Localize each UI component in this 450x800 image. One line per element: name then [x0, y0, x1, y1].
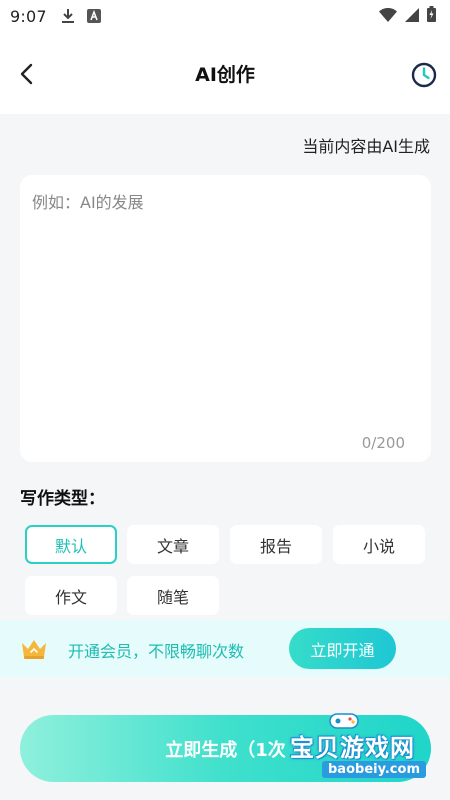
- back-button[interactable]: [14, 62, 38, 86]
- type-option-jotting[interactable]: 随笔: [127, 576, 219, 615]
- history-button[interactable]: [410, 61, 438, 89]
- status-right-icons: [379, 6, 436, 26]
- char-count: 0/200: [361, 434, 405, 452]
- battery-icon: [427, 6, 436, 26]
- status-time: 9:07: [10, 6, 47, 26]
- page-title: AI创作: [195, 63, 255, 86]
- type-option-report[interactable]: 报告: [230, 525, 322, 564]
- prompt-input[interactable]: [20, 175, 431, 425]
- type-option-essay[interactable]: 作文: [25, 576, 117, 615]
- a-badge-icon: [86, 9, 101, 23]
- status-bar: 9:07: [0, 0, 450, 32]
- watermark-logo: 宝贝游戏网 baobeiy.com: [290, 706, 440, 784]
- open-vip-button[interactable]: 立即开通: [289, 628, 396, 669]
- type-option-novel[interactable]: 小说: [333, 525, 425, 564]
- vip-promo-text: 开通会员，不限畅聊次数: [68, 642, 245, 661]
- clock-icon: [411, 62, 437, 88]
- type-option-article[interactable]: 文章: [127, 525, 219, 564]
- ai-generated-hint: 当前内容由AI生成: [302, 137, 430, 156]
- type-option-default[interactable]: 默认: [25, 525, 117, 564]
- signal-icon: [405, 7, 419, 26]
- wifi-icon: [379, 7, 397, 26]
- watermark-url: baobeiy.com: [322, 761, 426, 778]
- writing-type-label: 写作类型：: [20, 489, 105, 509]
- crown-icon: [22, 640, 46, 659]
- prompt-box: 0/200: [20, 175, 431, 462]
- download-icon: [61, 8, 75, 24]
- chevron-left-icon: [20, 63, 33, 85]
- vip-banner: 开通会员，不限畅聊次数 立即开通: [0, 620, 450, 677]
- nav-bar: AI创作: [0, 32, 450, 114]
- watermark-title: 宝贝游戏网: [290, 734, 415, 762]
